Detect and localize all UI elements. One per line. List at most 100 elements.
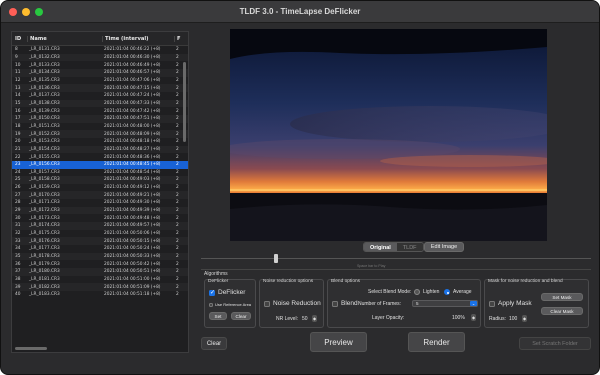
table-row[interactable]: 24 _LR_0157.CR3 2021:01:04 00:48:54 (+8) 2 (12, 169, 188, 177)
row-id: 19 (15, 131, 21, 137)
frame-list-table[interactable]: ID Name Time (interval) F 8 _LR_0131.CR3 2… (11, 31, 189, 353)
frames-dropdown[interactable]: 5 ⌄ (412, 300, 478, 307)
row-name: _LR_0151.CR3 (29, 123, 60, 129)
table-row[interactable]: 18 _LR_0151.CR3 2021:01:04 00:48:00 (+8) 2 (12, 123, 188, 131)
row-time: 2021:01:04 00:48:36 (+8) (104, 154, 161, 160)
table-row[interactable]: 16 _LR_0139.CR3 2021:01:04 00:47:42 (+8) 2 (12, 107, 188, 115)
apply-mask-label: Apply Mask (498, 300, 532, 307)
frames-label: Number of Frames: (358, 301, 402, 307)
table-row[interactable]: 37 _LR_0180.CR3 2021:01:04 00:50:51 (+8) 2 (12, 268, 188, 276)
table-row[interactable]: 13 _LR_0136.CR3 2021:01:04 00:47:15 (+8) 2 (12, 84, 188, 92)
table-row[interactable]: 15 _LR_0138.CR3 2021:01:04 00:47:33 (+8) 2 (12, 99, 188, 108)
row-id: 29 (15, 208, 21, 214)
table-row[interactable]: 27 _LR_0170.CR3 2021:01:04 00:49:21 (+8) 2 (12, 191, 188, 200)
row-time: 2021:01:04 00:47:51 (+8) (104, 116, 161, 122)
row-time: 2021:01:04 00:49:03 (+8) (104, 177, 161, 183)
scrubber-handle[interactable] (274, 254, 279, 263)
chevron-down-icon: ⌄ (470, 301, 477, 306)
minimize-window-button[interactable] (22, 7, 30, 16)
deflicker-checkbox[interactable] (209, 289, 215, 296)
table-row[interactable]: 10 _LR_0133.CR3 2021:01:04 00:46:49 (+8) 2 (12, 61, 188, 69)
title-bar: TLDF 3.0 - TimeLapse DeFlicker (1, 1, 599, 23)
preview-button[interactable]: Preview (310, 332, 367, 352)
row-name: _LR_0131.CR3 (29, 47, 60, 53)
table-row[interactable]: 31 _LR_0174.CR3 2021:01:04 00:49:57 (+8) 2 (12, 222, 188, 230)
row-name: _LR_0182.CR3 (29, 284, 60, 290)
row-name: _LR_0134.CR3 (29, 70, 60, 76)
table-row[interactable]: 9 _LR_0132.CR3 2021:01:04 00:46:30 (+8) 2 (12, 53, 188, 62)
blend-checkbox[interactable] (332, 301, 338, 307)
table-row[interactable]: 39 _LR_0182.CR3 2021:01:04 00:51:09 (+8) 2 (12, 283, 188, 291)
row-extra: 2 (176, 192, 179, 198)
table-row[interactable]: 32 _LR_0175.CR3 2021:01:04 00:50:06 (+8) 2 (12, 230, 188, 238)
table-row[interactable]: 36 _LR_0179.CR3 2021:01:04 00:50:42 (+8) 2 (12, 260, 188, 268)
blend-mode-average-radio[interactable] (444, 289, 450, 295)
sunset-photo (230, 29, 547, 241)
set-reference-button[interactable]: Set (209, 312, 227, 320)
column-header-time[interactable]: Time (interval) (102, 35, 174, 42)
table-row[interactable]: 30 _LR_0173.CR3 2021:01:04 00:49:48 (+8) 2 (12, 214, 188, 222)
opacity-stepper[interactable]: ◆ (471, 314, 476, 321)
render-button[interactable]: Render (408, 332, 465, 352)
table-row[interactable]: 17 _LR_0150.CR3 2021:01:04 00:47:51 (+8) 2 (12, 114, 188, 123)
edit-image-button[interactable]: Edit Image (424, 242, 464, 252)
set-scratch-folder-button[interactable]: Set Scratch Folder (519, 337, 591, 350)
table-row[interactable]: 26 _LR_0159.CR3 2021:01:04 00:49:12 (+8) 2 (12, 184, 188, 192)
opacity-value[interactable]: 100% (452, 315, 465, 321)
toggle-original[interactable]: Original (364, 243, 397, 251)
row-extra: 2 (176, 47, 179, 53)
clear-button[interactable]: Clear (201, 337, 227, 350)
blend-mode-lighten-radio[interactable] (414, 289, 420, 295)
row-time: 2021:01:04 00:48:27 (+8) (104, 146, 161, 152)
view-toggle[interactable]: Original TLDF (363, 242, 424, 252)
column-header-extra[interactable]: F (174, 35, 182, 42)
row-name: _LR_0132.CR3 (29, 54, 60, 60)
table-row[interactable]: 33 _LR_0176.CR3 2021:01:04 00:50:15 (+8) 2 (12, 237, 188, 246)
table-row[interactable]: 8 _LR_0131.CR3 2021:01:04 00:46:22 (+8) 2 (12, 46, 188, 54)
timeline-scrubber[interactable] (201, 254, 591, 263)
table-row[interactable]: 25 _LR_0158.CR3 2021:01:04 00:49:03 (+8) 2 (12, 176, 188, 184)
table-row[interactable]: 14 _LR_0137.CR3 2021:01:04 00:47:24 (+8) 2 (12, 92, 188, 100)
nr-level-value[interactable]: 50 (302, 316, 308, 322)
horizontal-scrollbar[interactable] (15, 347, 47, 350)
table-row[interactable]: 19 _LR_0152.CR3 2021:01:04 00:48:09 (+8) 2 (12, 130, 188, 138)
table-row[interactable]: 29 _LR_0172.CR3 2021:01:04 00:49:39 (+8) 2 (12, 206, 188, 215)
column-header-id[interactable]: ID (12, 36, 27, 42)
table-row[interactable]: 34 _LR_0177.CR3 2021:01:04 00:50:24 (+8) 2 (12, 245, 188, 253)
table-row[interactable]: 40 _LR_0183.CR3 2021:01:04 00:51:18 (+8) 2 (12, 291, 188, 299)
vertical-scrollbar[interactable] (183, 62, 186, 142)
table-row[interactable]: 38 _LR_0181.CR3 2021:01:04 00:51:00 (+8) 2 (12, 276, 188, 284)
reference-area-checkbox[interactable] (209, 303, 213, 307)
noise-reduction-checkbox[interactable] (264, 301, 270, 307)
table-row[interactable]: 28 _LR_0171.CR3 2021:01:04 00:49:30 (+8) 2 (12, 199, 188, 207)
close-window-button[interactable] (9, 7, 17, 16)
radius-stepper[interactable]: ◆ (522, 315, 527, 322)
set-mask-button[interactable]: Set Mask (541, 293, 583, 301)
row-time: 2021:01:04 00:48:45 (+8) (104, 162, 161, 168)
table-row[interactable]: 23 _LR_0156.CR3 2021:01:04 00:48:45 (+8) 2 (12, 160, 188, 169)
row-time: 2021:01:04 00:47:06 (+8) (104, 77, 161, 83)
table-row[interactable]: 20 _LR_0153.CR3 2021:01:04 00:48:18 (+8) 2 (12, 138, 188, 146)
row-id: 37 (15, 269, 21, 275)
table-row[interactable]: 35 _LR_0178.CR3 2021:01:04 00:50:33 (+8) 2 (12, 252, 188, 261)
row-id: 25 (15, 177, 21, 183)
row-name: _LR_0139.CR3 (29, 108, 60, 114)
table-row[interactable]: 22 _LR_0155.CR3 2021:01:04 00:48:36 (+8) 2 (12, 153, 188, 161)
zoom-window-button[interactable] (35, 7, 43, 16)
apply-mask-checkbox[interactable] (489, 301, 495, 307)
table-row[interactable]: 12 _LR_0135.CR3 2021:01:04 00:47:06 (+8) 2 (12, 77, 188, 85)
clear-reference-button[interactable]: Clear (231, 312, 251, 320)
row-name: _LR_0170.CR3 (29, 192, 60, 198)
clear-mask-button[interactable]: Clear Mask (541, 307, 583, 315)
row-extra: 2 (176, 246, 179, 252)
row-extra: 2 (176, 238, 179, 244)
radius-value[interactable]: 100 (509, 316, 517, 322)
column-header-name[interactable]: Name (27, 35, 102, 42)
row-name: _LR_0135.CR3 (29, 77, 60, 83)
table-row[interactable]: 21 _LR_0154.CR3 2021:01:04 00:48:27 (+8) 2 (12, 145, 188, 154)
row-time: 2021:01:04 00:49:21 (+8) (104, 192, 161, 198)
table-row[interactable]: 11 _LR_0134.CR3 2021:01:04 00:46:57 (+8) 2 (12, 68, 188, 77)
toggle-tldf[interactable]: TLDF (396, 243, 423, 251)
nr-level-stepper[interactable]: ◆ (312, 315, 317, 322)
row-id: 17 (15, 116, 21, 122)
